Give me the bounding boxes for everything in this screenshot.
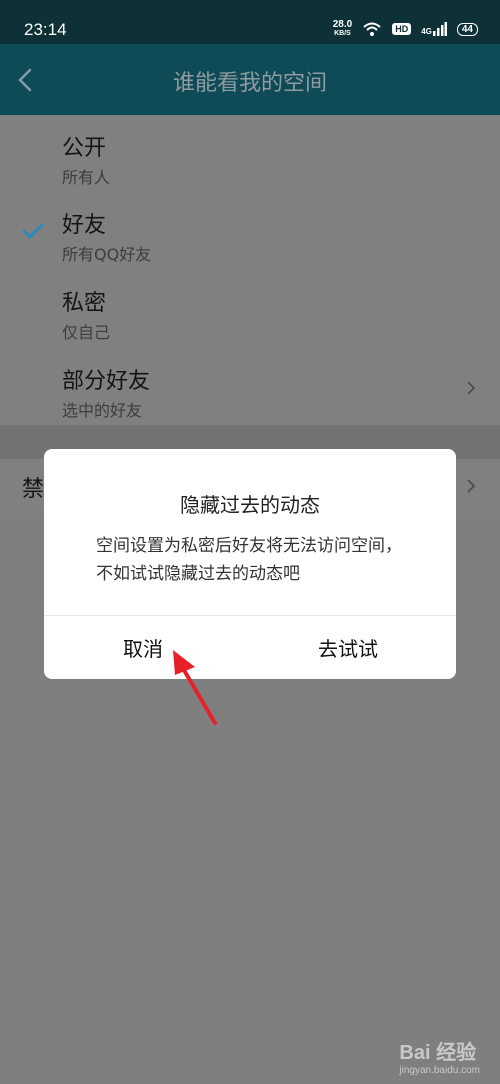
signal-indicator: 4G — [421, 22, 447, 36]
baidu-watermark: Bai 经验 jingyan.baidu.com — [399, 1036, 480, 1076]
title-bar: 谁能看我的空间 — [0, 44, 500, 115]
option-public[interactable]: 公开 所有人 — [62, 130, 482, 188]
option-subtitle: 所有人 — [62, 168, 111, 187]
chevron-right-icon — [467, 381, 476, 395]
option-subtitle: 仅自己 — [62, 323, 111, 342]
network-speed: 28.0 KB/S — [332, 19, 353, 38]
watermark-url: jingyan.baidu.com — [399, 1065, 480, 1076]
checkmark-icon — [22, 223, 44, 239]
dialog-message: 空间设置为私密后好友将无法访问空间，不如试试隐藏过去的动态吧 — [96, 536, 402, 584]
wifi-icon — [363, 22, 381, 36]
option-title: 部分好友 — [62, 369, 151, 394]
status-indicators: 28.0 KB/S HD 4G 44 — [333, 18, 478, 40]
try-button[interactable]: 去试试 — [250, 615, 456, 679]
hide-posts-dialog: 隐藏过去的动态 空间设置为私密后好友将无法访问空间，不如试试隐藏过去的动态吧 取… — [44, 449, 456, 679]
annotation-arrow-icon — [173, 650, 217, 725]
signal-icon — [432, 22, 447, 36]
option-friends[interactable]: 好友 所有QQ好友 — [62, 207, 482, 265]
blocked-row-label: 禁 — [22, 477, 45, 502]
status-time: 23:14 — [24, 20, 67, 39]
page-title: 谁能看我的空间 — [172, 71, 327, 96]
watermark-logo: Bai 经验 — [399, 1042, 477, 1064]
option-title: 好友 — [62, 213, 107, 238]
option-private[interactable]: 私密 仅自己 — [62, 285, 482, 343]
dialog-title: 隐藏过去的动态 — [180, 493, 320, 517]
status-bar: 23:14 28.0 KB/S HD 4G 44 — [0, 0, 500, 44]
chevron-right-icon — [467, 479, 476, 493]
battery-icon: 44 — [456, 22, 478, 36]
option-subtitle: 所有QQ好友 — [62, 245, 152, 264]
option-title: 私密 — [62, 291, 107, 316]
option-some-friends[interactable]: 部分好友 选中的好友 — [62, 363, 482, 421]
hd-badge: HD — [392, 23, 412, 35]
network-type: 4G — [421, 27, 432, 36]
option-title: 公开 — [62, 136, 107, 161]
option-subtitle: 选中的好友 — [62, 401, 143, 420]
